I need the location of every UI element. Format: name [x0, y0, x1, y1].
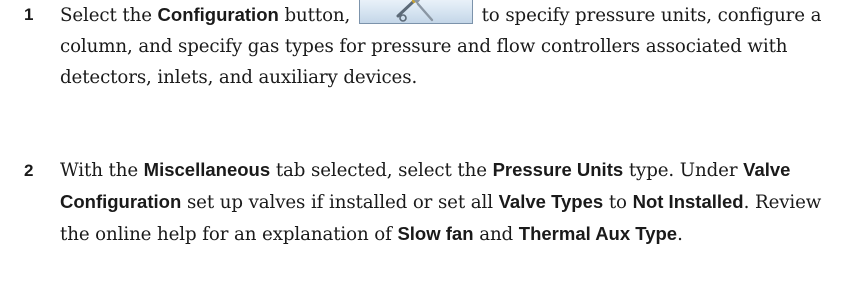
- text-run: tab selected, select the: [270, 160, 493, 181]
- document-page: 1 Select the Configuration button, to sp…: [0, 0, 852, 293]
- text-run: .: [677, 224, 683, 245]
- text-run: With the: [60, 160, 144, 181]
- valve-types-keyword: Valve Types: [498, 191, 604, 212]
- configuration-button[interactable]: [358, 0, 473, 24]
- configuration-keyword: Configuration: [157, 4, 279, 25]
- step-number: 2: [24, 161, 34, 180]
- wrench-screwdriver-icon: [396, 0, 434, 22]
- step-number: 1: [24, 5, 34, 24]
- step-text: Select the Configuration button, to spec…: [60, 0, 840, 93]
- step-text: With the Miscellaneous tab selected, sel…: [60, 154, 840, 250]
- text-run: button,: [278, 5, 356, 26]
- slow-fan-keyword: Slow fan: [397, 223, 474, 244]
- text-run: to: [603, 192, 633, 213]
- pressure-units-keyword: Pressure Units: [492, 159, 624, 180]
- not-installed-keyword: Not Installed: [632, 191, 744, 212]
- text-run: set up valves if installed or set all: [181, 192, 499, 213]
- thermal-aux-type-keyword: Thermal Aux Type: [518, 223, 678, 244]
- miscellaneous-keyword: Miscellaneous: [143, 159, 271, 180]
- text-run: type. Under: [623, 160, 744, 181]
- text-run: and: [473, 224, 519, 245]
- text-run: Select the: [60, 5, 158, 26]
